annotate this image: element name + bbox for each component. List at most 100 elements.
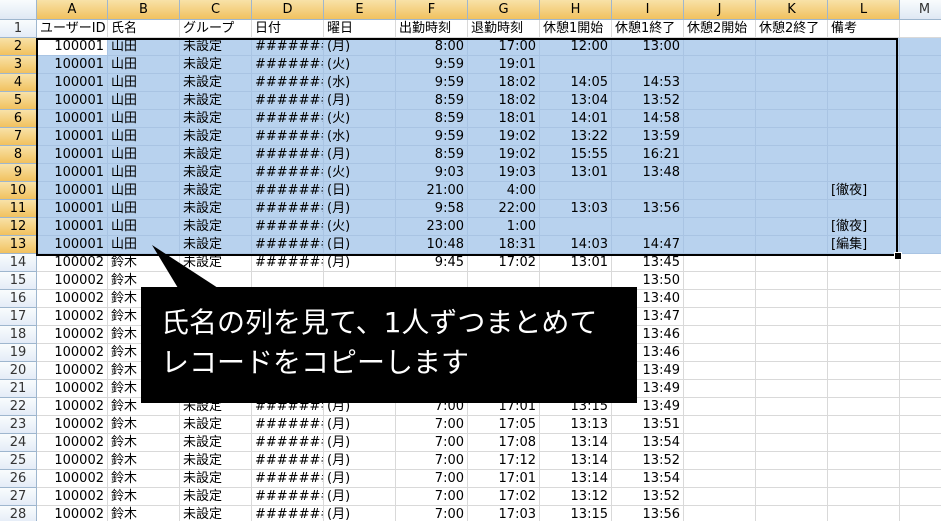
cell[interactable]: 山田 [108,218,180,236]
cell[interactable] [756,344,828,362]
cell[interactable] [900,434,941,452]
cell[interactable] [900,128,941,146]
cell[interactable]: 100001 [37,200,108,218]
cell[interactable]: 14:53 [612,74,684,92]
column-title-cell[interactable]: 備考 [828,20,900,38]
cell[interactable]: 未設定 [180,506,252,521]
cell[interactable]: 19:02 [468,146,540,164]
select-all-corner[interactable] [0,0,37,20]
cell[interactable]: (月) [324,92,396,110]
cell[interactable]: 17:02 [468,488,540,506]
cell[interactable]: (月) [324,452,396,470]
cell[interactable] [756,236,828,254]
cell[interactable]: 9:03 [396,164,468,182]
cell[interactable]: ######## [252,452,324,470]
row-number[interactable]: 4 [0,74,37,92]
column-header-i[interactable]: I [612,0,684,20]
cell[interactable]: (火) [324,56,396,74]
cell[interactable]: 未設定 [180,236,252,254]
cell[interactable] [828,110,900,128]
cell[interactable]: 17:12 [468,452,540,470]
cell[interactable] [684,164,756,182]
cell[interactable] [828,308,900,326]
cell[interactable]: 13:59 [612,128,684,146]
cell[interactable]: 13:51 [612,416,684,434]
cell[interactable]: 山田 [108,110,180,128]
row-number[interactable]: 20 [0,362,37,380]
cell[interactable]: 鈴木 [108,416,180,434]
cell[interactable] [756,110,828,128]
cell[interactable]: ######## [252,416,324,434]
cell[interactable]: 18:02 [468,74,540,92]
cell[interactable] [828,200,900,218]
cell[interactable] [756,308,828,326]
column-header-e[interactable]: E [324,0,396,20]
column-title-cell[interactable]: 氏名 [108,20,180,38]
cell[interactable]: 山田 [108,56,180,74]
cell[interactable] [828,146,900,164]
spreadsheet[interactable]: ABCDEFGHIJKLM 1 ユーザーID 氏名 グループ 日付 曜日 出勤時刻 退勤時刻休… [0,0,941,521]
cell[interactable] [756,362,828,380]
cell[interactable] [756,416,828,434]
cell[interactable] [684,380,756,398]
column-title-cell[interactable]: 休憩1終了 [612,20,684,38]
cell[interactable] [684,56,756,74]
cell[interactable]: 18:31 [468,236,540,254]
cell[interactable] [684,344,756,362]
cell[interactable]: ######## [252,128,324,146]
cell[interactable]: 未設定 [180,128,252,146]
cell[interactable]: 未設定 [180,56,252,74]
cell[interactable] [684,308,756,326]
cell[interactable]: ######## [252,164,324,182]
cell[interactable]: (月) [324,416,396,434]
cell[interactable]: 17:00 [468,38,540,56]
cell[interactable]: 山田 [108,74,180,92]
column-header-k[interactable]: K [756,0,828,20]
cell[interactable]: (月) [324,470,396,488]
cell[interactable]: ######## [252,182,324,200]
cell[interactable]: 未設定 [180,488,252,506]
row-number[interactable]: 25 [0,452,37,470]
row-number[interactable]: 17 [0,308,37,326]
cell[interactable] [684,434,756,452]
cell[interactable]: 鈴木 [108,254,180,272]
cell[interactable]: 13:00 [612,38,684,56]
cell[interactable]: 山田 [108,92,180,110]
cell[interactable] [684,218,756,236]
cell[interactable]: 100001 [37,128,108,146]
cell[interactable]: 17:03 [468,506,540,521]
cell[interactable]: 山田 [108,200,180,218]
cell[interactable]: 9:59 [396,56,468,74]
cell[interactable] [684,470,756,488]
cell[interactable] [756,164,828,182]
cell[interactable]: 17:08 [468,434,540,452]
cell[interactable] [540,56,612,74]
cell[interactable] [828,380,900,398]
cell[interactable]: 鈴木 [108,488,180,506]
cell[interactable] [900,308,941,326]
cell[interactable] [756,506,828,521]
cell[interactable] [540,182,612,200]
cell[interactable] [756,146,828,164]
row-number[interactable]: 11 [0,200,37,218]
cell[interactable]: (月) [324,200,396,218]
cell[interactable]: (月) [324,146,396,164]
cell[interactable]: ######## [252,74,324,92]
cell[interactable]: ######## [252,470,324,488]
cell[interactable] [612,218,684,236]
cell[interactable]: 未設定 [180,416,252,434]
cell[interactable] [684,200,756,218]
cell[interactable]: 7:00 [396,506,468,521]
cell[interactable] [900,38,941,56]
row-number[interactable]: 13 [0,236,37,254]
column-header-a[interactable]: A [37,0,108,20]
cell[interactable] [900,344,941,362]
cell[interactable] [684,38,756,56]
cell[interactable]: 19:01 [468,56,540,74]
column-header-c[interactable]: C [180,0,252,20]
column-header-d[interactable]: D [252,0,324,20]
cell[interactable] [684,128,756,146]
row-number[interactable]: 12 [0,218,37,236]
column-header-m[interactable]: M [900,0,941,20]
row-number[interactable]: 27 [0,488,37,506]
